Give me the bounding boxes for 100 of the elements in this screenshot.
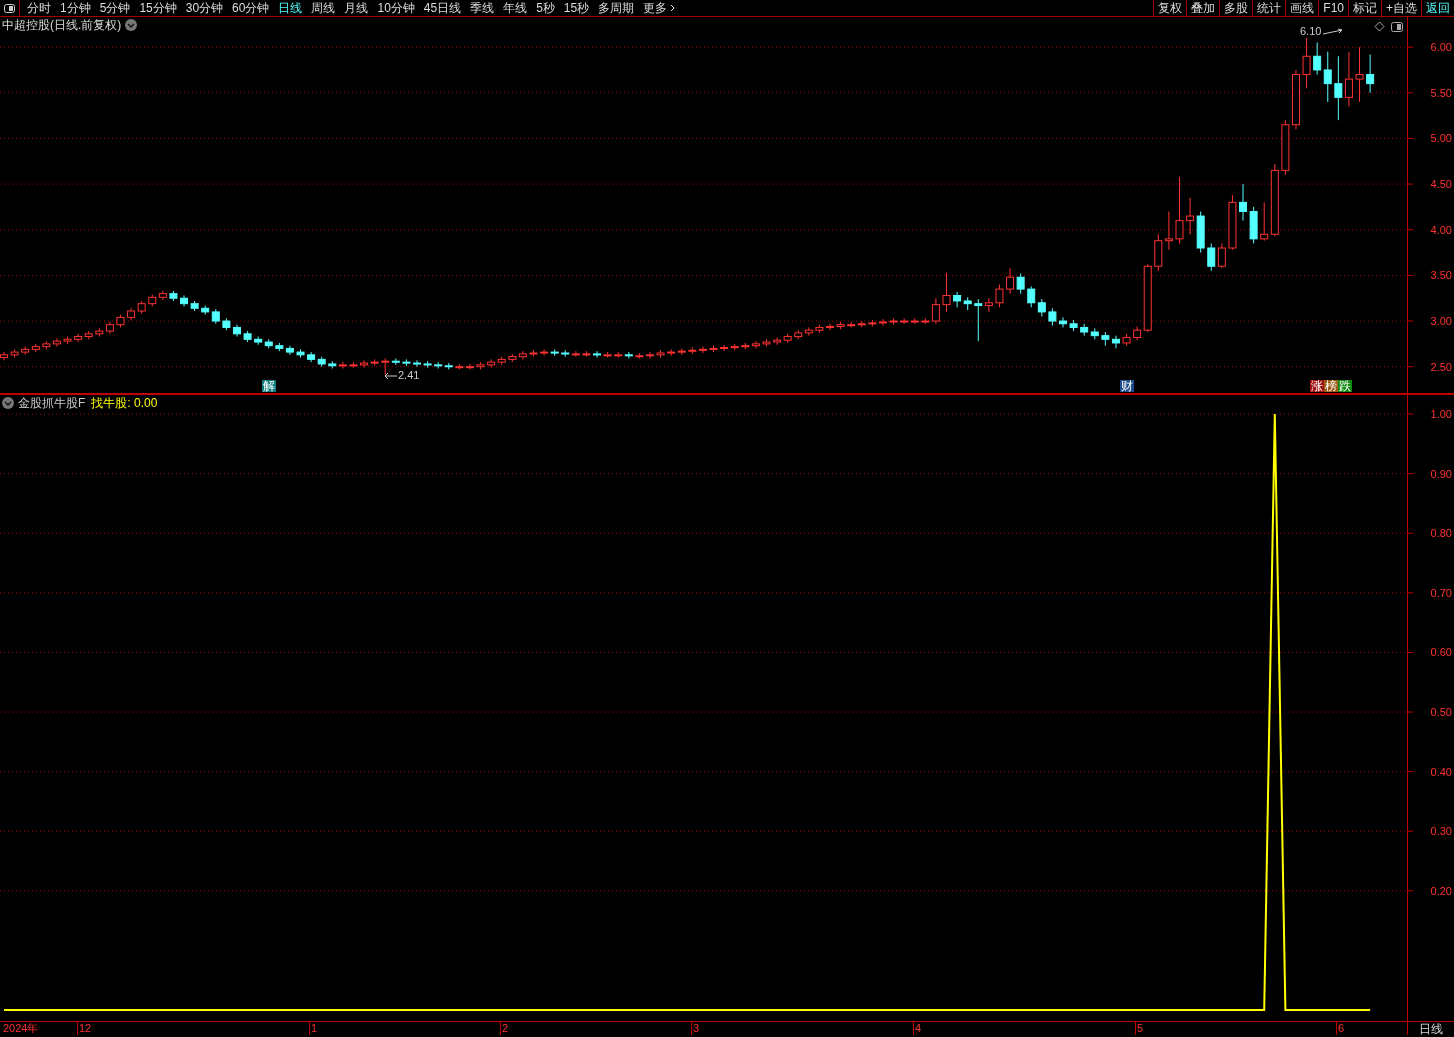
- price-tick-label: 4.00: [1430, 223, 1452, 236]
- candle: [1355, 46, 1364, 103]
- candle: [1239, 183, 1248, 222]
- high-price-label: 6.10: [1300, 26, 1322, 37]
- period-label: 日线: [1419, 1022, 1443, 1035]
- period-tab[interactable]: 周线: [311, 2, 336, 14]
- value-tick-label: 0.20: [1430, 884, 1452, 897]
- period-tab[interactable]: 45日线: [423, 2, 462, 14]
- year-label: 2024年: [3, 1023, 39, 1034]
- candle: [1122, 333, 1131, 347]
- candle: [296, 348, 305, 359]
- period-tab[interactable]: 5秒: [536, 2, 555, 14]
- candle: [1217, 242, 1226, 269]
- candle: [1175, 176, 1184, 244]
- panel-icon[interactable]: [1391, 22, 1403, 32]
- period-tab[interactable]: 10分钟: [377, 2, 415, 14]
- candle: [1228, 194, 1237, 251]
- candle: [10, 348, 19, 359]
- event-badge[interactable]: 涨: [1310, 380, 1324, 392]
- diamond-icon[interactable]: [1374, 21, 1385, 32]
- candle: [1292, 69, 1300, 130]
- chevron-icon: [670, 4, 676, 12]
- candle: [402, 358, 411, 367]
- period-tab[interactable]: 多周期: [598, 2, 635, 14]
- more-button[interactable]: 更多: [643, 2, 676, 14]
- candle: [1154, 233, 1163, 272]
- chart-title: 中超控股(日线.前复权): [2, 19, 122, 31]
- value-tick-label: 0.40: [1430, 765, 1452, 778]
- candle: [180, 295, 189, 307]
- candle: [751, 340, 760, 349]
- candle: [995, 284, 1004, 308]
- arrow-icon: [384, 371, 398, 380]
- period-tab[interactable]: 季线: [470, 2, 495, 14]
- price-tick-label: 6.00: [1430, 41, 1452, 54]
- month-label: 2: [502, 1023, 509, 1034]
- candle: [1164, 211, 1173, 251]
- period-tab[interactable]: 年线: [503, 2, 528, 14]
- toolbar-button[interactable]: +自选: [1381, 0, 1421, 16]
- period-tab[interactable]: 15分钟: [139, 2, 177, 14]
- price-tick-label: 5.50: [1430, 86, 1452, 99]
- candle: [254, 336, 263, 346]
- panel-toggle-icon[interactable]: [4, 3, 15, 13]
- event-badge[interactable]: 财: [1120, 380, 1134, 392]
- period-tab[interactable]: 1分钟: [60, 2, 91, 14]
- toolbar-button[interactable]: 统计: [1252, 0, 1286, 16]
- period-tab[interactable]: 日线: [278, 2, 303, 14]
- candle: [953, 291, 962, 308]
- value-tick-label: 1.00: [1430, 408, 1452, 421]
- candle: [540, 348, 549, 357]
- candle: [667, 348, 676, 357]
- candle: [328, 360, 337, 369]
- candle: [550, 348, 559, 357]
- month-label: 5: [1137, 1023, 1144, 1034]
- toolbar-button[interactable]: 返回: [1421, 0, 1454, 16]
- candle: [95, 327, 104, 338]
- candle: [815, 324, 824, 334]
- candle: [1207, 242, 1216, 272]
- candle: [1059, 316, 1067, 328]
- value-tick-label: 0.80: [1430, 527, 1452, 540]
- month-label: 3: [693, 1023, 700, 1034]
- period-tab[interactable]: 月线: [344, 2, 369, 14]
- candle: [285, 345, 294, 356]
- candle: [360, 359, 369, 369]
- candle: [1006, 267, 1015, 295]
- period-tab[interactable]: 60分钟: [232, 2, 270, 14]
- period-tab[interactable]: 15秒: [563, 2, 590, 14]
- candle: [656, 349, 665, 359]
- candle: [593, 350, 602, 359]
- toolbar-button[interactable]: 标记: [1348, 0, 1381, 16]
- toolbar-button[interactable]: F10: [1318, 0, 1348, 16]
- candle: [889, 317, 898, 326]
- dropdown-icon[interactable]: [2, 397, 14, 409]
- period-tab[interactable]: 30分钟: [185, 2, 224, 14]
- candle: [677, 347, 686, 356]
- candle: [1111, 335, 1120, 349]
- toolbar-button[interactable]: 多股: [1219, 0, 1253, 16]
- candle: [275, 342, 284, 352]
- candle: [190, 300, 199, 312]
- candle: [84, 330, 93, 340]
- period-tab[interactable]: 分时: [27, 2, 51, 14]
- toolbar-button[interactable]: 画线: [1285, 0, 1319, 16]
- candle: [21, 346, 30, 356]
- event-badge[interactable]: 榜: [1324, 380, 1338, 392]
- period-tab[interactable]: 5分钟: [99, 2, 131, 14]
- month-label: 6: [1338, 1023, 1345, 1034]
- candle: [317, 356, 326, 368]
- dropdown-icon[interactable]: [125, 19, 138, 31]
- candle: [233, 324, 241, 338]
- candle: [1101, 331, 1110, 347]
- candle: [1281, 119, 1290, 176]
- event-badge[interactable]: 解: [262, 380, 276, 392]
- candle: [773, 337, 782, 346]
- toolbar-button[interactable]: 复权: [1153, 0, 1187, 16]
- value-tick-label: 0.70: [1430, 586, 1452, 599]
- candle: [349, 361, 358, 369]
- event-badge[interactable]: 跌: [1338, 380, 1352, 392]
- month-label: 4: [915, 1023, 922, 1034]
- candle: [370, 358, 379, 367]
- toolbar-button[interactable]: 叠加: [1186, 0, 1220, 16]
- value-tick-label: 0.90: [1430, 467, 1452, 480]
